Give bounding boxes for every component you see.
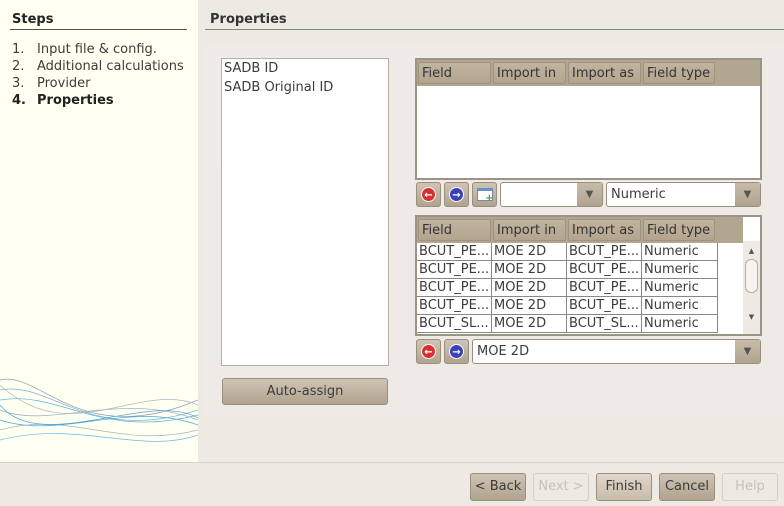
upper-table[interactable]: Field Import in Import as Field type bbox=[415, 58, 762, 180]
table-body: BCUT_PE... MOE 2D BCUT_PE... Numeric BCUT_PE… bbox=[417, 243, 760, 333]
back-button[interactable]: < Back bbox=[470, 473, 526, 501]
divider bbox=[205, 29, 784, 30]
remove-button[interactable]: ← bbox=[416, 339, 441, 364]
add-button[interactable]: → bbox=[444, 339, 469, 364]
table-cell: Numeric bbox=[642, 279, 718, 297]
dropdown-value: MOE 2D bbox=[477, 344, 530, 359]
table-cell: BCUT_SL... bbox=[417, 315, 492, 333]
import-in-dropdown[interactable]: ▼ bbox=[500, 182, 603, 207]
table-cell: BCUT_PE... bbox=[417, 261, 492, 279]
provider-dropdown[interactable]: MOE 2D ▼ bbox=[472, 339, 761, 364]
step-item: 3. Provider bbox=[12, 75, 184, 92]
step-item: 2. Additional calculations bbox=[12, 58, 184, 75]
blue-right-arrow-icon: → bbox=[449, 187, 464, 202]
finish-button[interactable]: Finish bbox=[596, 473, 652, 501]
dropdown-value: Numeric bbox=[611, 187, 666, 202]
table-cell: Numeric bbox=[642, 297, 718, 315]
next-button[interactable]: Next > bbox=[533, 473, 589, 501]
steps-title: Steps bbox=[12, 12, 54, 27]
page-title: Properties bbox=[210, 12, 287, 27]
table-cell: Numeric bbox=[642, 315, 718, 333]
table-cell: BCUT_PE... bbox=[417, 279, 492, 297]
table-cell: Numeric bbox=[642, 261, 718, 279]
remove-button[interactable]: ← bbox=[416, 182, 441, 207]
table-row[interactable]: BCUT_PE... MOE 2D BCUT_PE... Numeric bbox=[417, 279, 760, 297]
column-header[interactable]: Field bbox=[418, 219, 491, 241]
scroll-up-icon[interactable]: ▲ bbox=[743, 247, 760, 255]
chevron-down-icon: ▼ bbox=[577, 183, 602, 206]
table-cell: BCUT_PE... bbox=[417, 297, 492, 315]
column-header[interactable]: Field bbox=[418, 62, 491, 84]
table-header: Field Import in Import as Field type bbox=[417, 217, 743, 243]
auto-assign-button[interactable]: Auto-assign bbox=[222, 378, 388, 405]
table-row[interactable]: BCUT_SL... MOE 2D BCUT_SL... Numeric bbox=[417, 315, 760, 333]
step-item: 1. Input file & config. bbox=[12, 41, 184, 58]
table-cell: BCUT_PE... bbox=[567, 243, 642, 261]
table-cell: MOE 2D bbox=[492, 297, 567, 315]
column-header[interactable]: Import as bbox=[568, 219, 641, 241]
list-item[interactable]: SADB ID bbox=[222, 59, 388, 78]
table-cell: BCUT_PE... bbox=[567, 279, 642, 297]
table-cell: BCUT_PE... bbox=[567, 261, 642, 279]
steps-sidebar: Steps 1. Input file & config. 2. Additiona… bbox=[0, 0, 198, 462]
step-number: 4. bbox=[12, 93, 26, 108]
table-row[interactable]: BCUT_PE... MOE 2D BCUT_PE... Numeric bbox=[417, 261, 760, 279]
step-label: Input file & config. bbox=[37, 42, 157, 57]
cancel-button[interactable]: Cancel bbox=[659, 473, 715, 501]
step-number: 1. bbox=[12, 42, 25, 57]
divider bbox=[10, 29, 187, 30]
list-item[interactable]: SADB Original ID bbox=[222, 78, 388, 97]
wave-decoration bbox=[0, 378, 198, 442]
scroll-down-icon[interactable]: ▼ bbox=[743, 313, 760, 321]
blue-right-arrow-icon: → bbox=[449, 344, 464, 359]
step-number: 3. bbox=[12, 76, 25, 91]
table-cell: BCUT_SL... bbox=[567, 315, 642, 333]
chevron-down-icon: ▼ bbox=[735, 183, 760, 206]
column-header[interactable]: Import in bbox=[493, 62, 566, 84]
column-header[interactable]: Import as bbox=[568, 62, 641, 84]
column-header[interactable]: Import in bbox=[493, 219, 566, 241]
divider bbox=[0, 462, 784, 463]
step-label: Provider bbox=[37, 76, 91, 91]
table-cell: Numeric bbox=[642, 243, 718, 261]
scrollbar[interactable]: ▲ ▼ bbox=[743, 241, 760, 334]
table-cell: MOE 2D bbox=[492, 315, 567, 333]
table-cell: BCUT_PE... bbox=[567, 297, 642, 315]
red-left-arrow-icon: ← bbox=[421, 344, 436, 359]
red-left-arrow-icon: ← bbox=[421, 187, 436, 202]
step-item-active: 4. Properties bbox=[12, 92, 184, 109]
table-header: Field Import in Import as Field type bbox=[417, 60, 760, 86]
help-button[interactable]: Help bbox=[722, 473, 778, 501]
dropdown-value bbox=[501, 183, 577, 206]
add-button[interactable]: → bbox=[444, 182, 469, 207]
new-field-button[interactable]: + bbox=[472, 182, 497, 207]
step-label: Additional calculations bbox=[37, 59, 184, 74]
scrollbar-thumb[interactable] bbox=[745, 259, 758, 293]
field-type-dropdown[interactable]: Numeric ▼ bbox=[606, 182, 761, 207]
step-label: Properties bbox=[37, 93, 114, 108]
table-cell: MOE 2D bbox=[492, 261, 567, 279]
field-list[interactable]: SADB ID SADB Original ID bbox=[221, 58, 389, 366]
table-cell: MOE 2D bbox=[492, 279, 567, 297]
table-row[interactable]: BCUT_PE... MOE 2D BCUT_PE... Numeric bbox=[417, 243, 760, 261]
lower-table[interactable]: Field Import in Import as Field type BCU… bbox=[415, 215, 762, 336]
step-number: 2. bbox=[12, 59, 25, 74]
chevron-down-icon: ▼ bbox=[735, 340, 760, 363]
steps-list: 1. Input file & config. 2. Additional calc… bbox=[12, 41, 184, 109]
column-header[interactable]: Field type bbox=[643, 62, 715, 84]
new-window-plus-icon: + bbox=[476, 188, 494, 204]
table-cell: MOE 2D bbox=[492, 243, 567, 261]
table-row[interactable]: BCUT_PE... MOE 2D BCUT_PE... Numeric bbox=[417, 297, 760, 315]
table-cell: BCUT_PE... bbox=[417, 243, 492, 261]
column-header[interactable]: Field type bbox=[643, 219, 715, 241]
